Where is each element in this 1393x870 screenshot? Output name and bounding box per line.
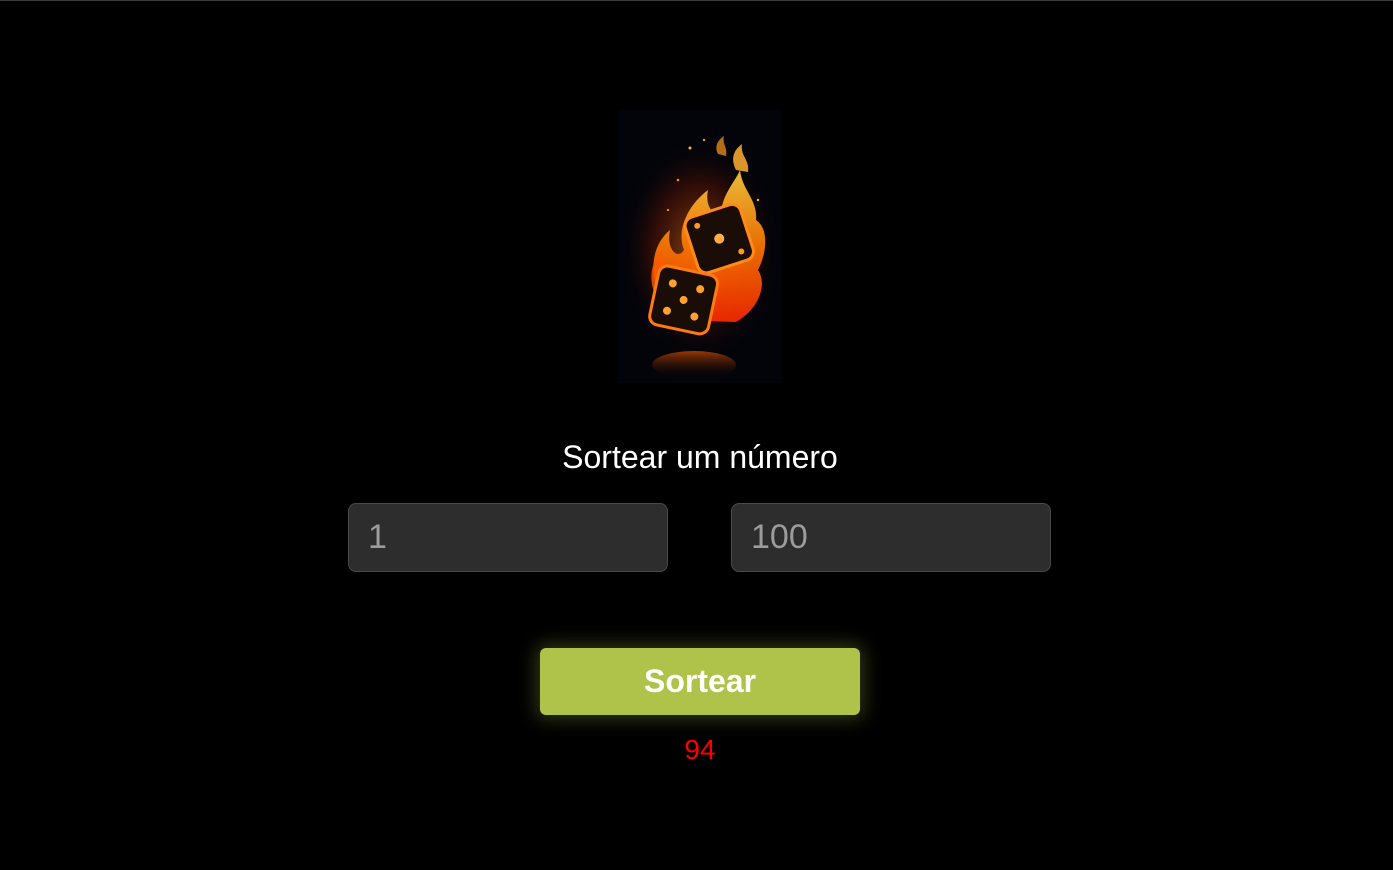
flaming-dice-icon xyxy=(618,110,782,383)
min-number-input[interactable] xyxy=(348,503,668,572)
max-number-input[interactable] xyxy=(731,503,1051,572)
result-value: 94 xyxy=(684,734,716,765)
draw-button[interactable]: Sortear xyxy=(540,648,860,715)
page-title: Sortear um número xyxy=(562,439,838,475)
top-border xyxy=(0,0,1393,1)
